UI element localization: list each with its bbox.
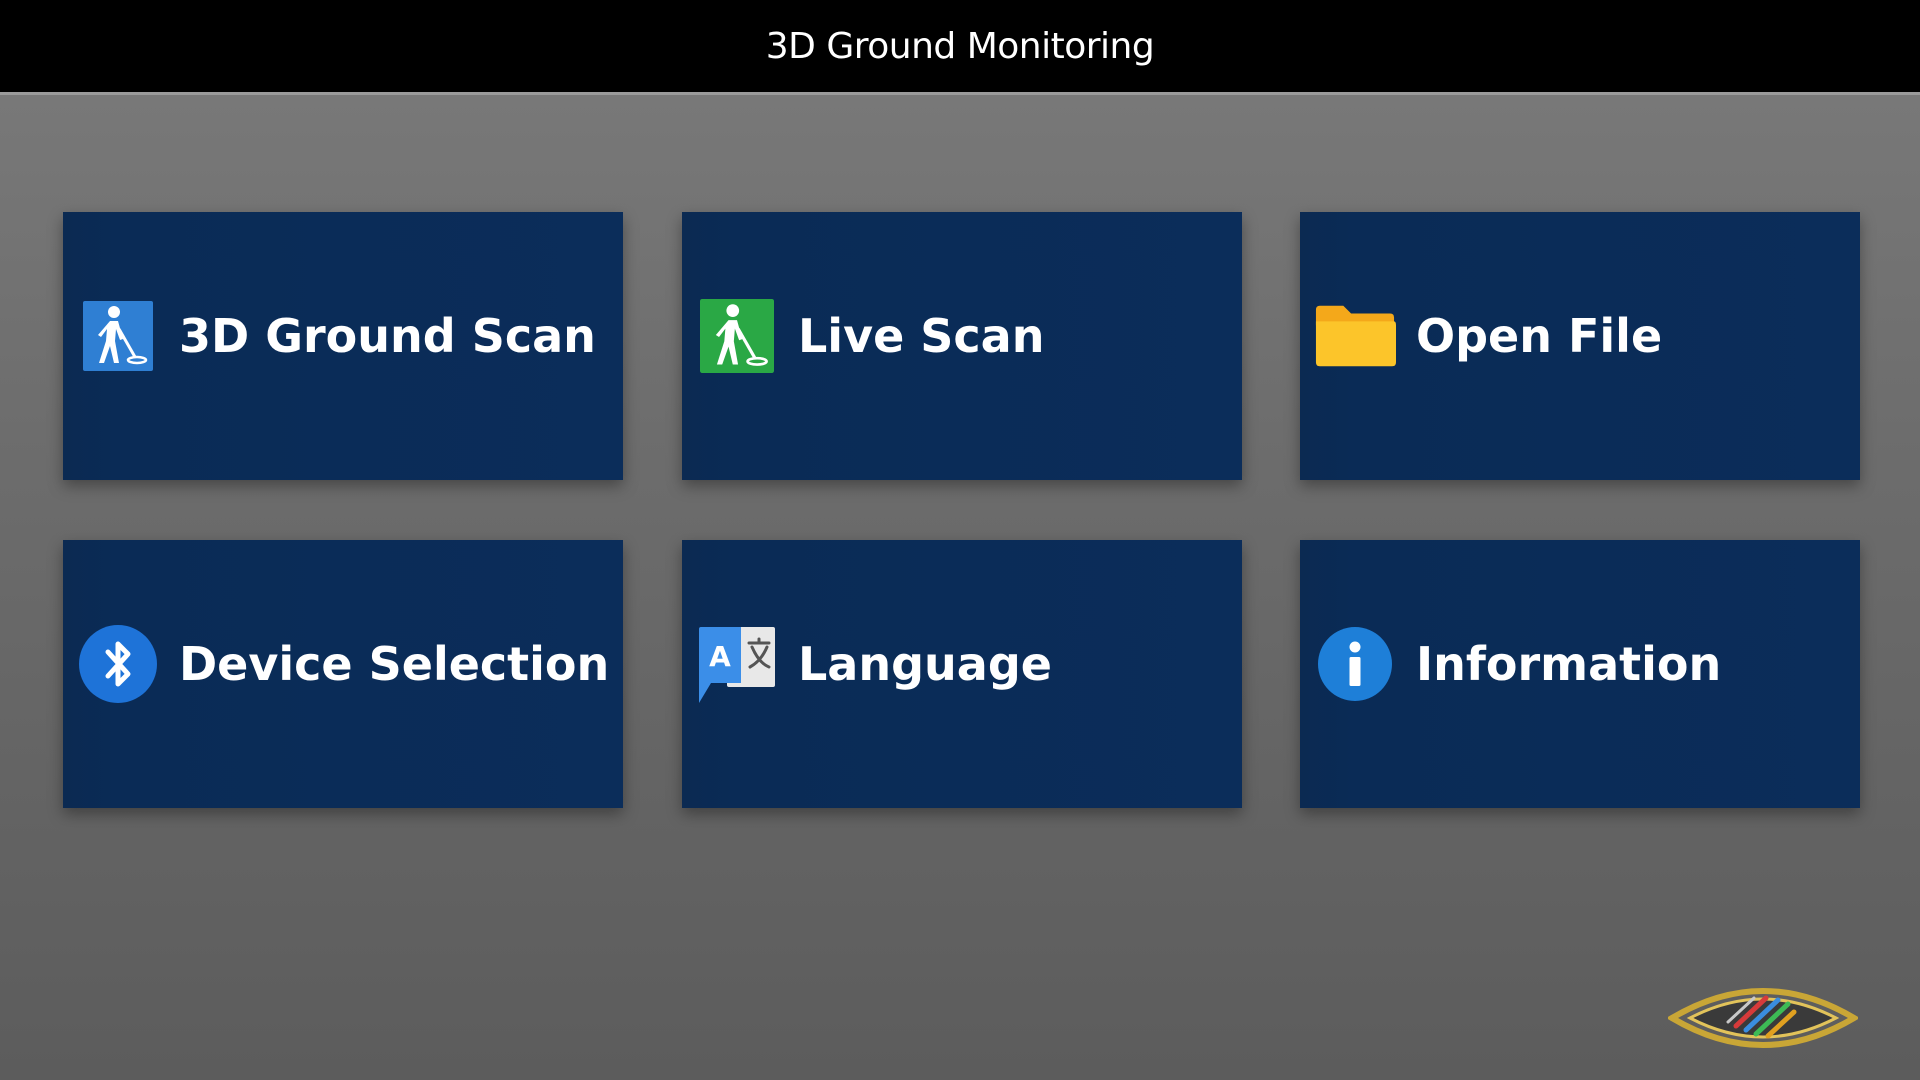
tile-label: Device Selection [179,637,610,691]
svg-text:A: A [709,640,731,673]
app-title: 3D Ground Monitoring [765,25,1155,67]
folder-icon [1314,295,1396,377]
person-scanning-icon [77,295,159,377]
tile-label: Language [798,637,1052,691]
tile-language[interactable]: A Language [682,540,1242,808]
person-scanning-icon [696,295,778,377]
bluetooth-icon [77,623,159,705]
title-bar: 3D Ground Monitoring [0,0,1920,95]
tile-label: Live Scan [798,309,1045,363]
tile-information[interactable]: Information [1300,540,1860,808]
tile-device-selection[interactable]: Device Selection [63,540,623,808]
tile-label: 3D Ground Scan [179,309,596,363]
brand-logo [1666,978,1860,1058]
tile-open-file[interactable]: Open File [1300,212,1860,480]
info-icon [1314,623,1396,705]
tile-3d-ground-scan[interactable]: 3D Ground Scan [63,212,623,480]
tile-label: Open File [1416,309,1663,363]
translate-icon: A [696,623,778,705]
tile-label: Information [1416,637,1722,691]
tile-live-scan[interactable]: Live Scan [682,212,1242,480]
